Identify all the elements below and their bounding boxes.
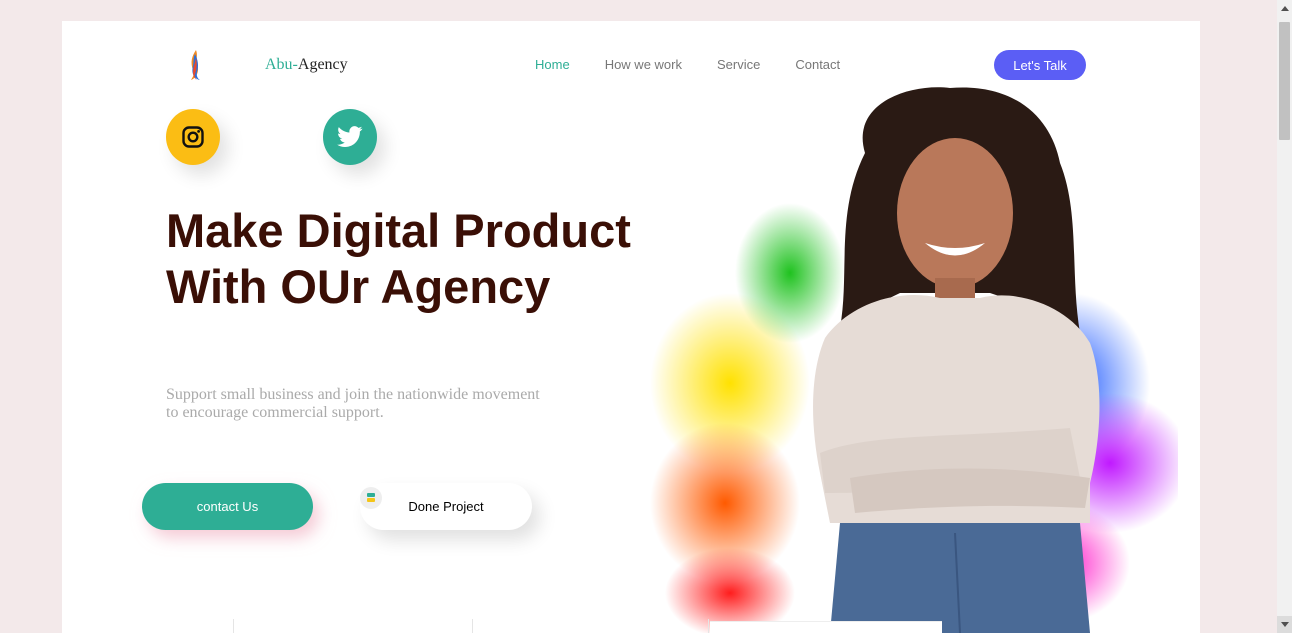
- main-nav: Home How we work Service Contact: [535, 57, 875, 72]
- hero-woman-image: [650, 87, 1178, 633]
- done-project-icon: [360, 487, 382, 509]
- hero-title-line1: Make Digital Product: [166, 204, 631, 257]
- brand-prefix: Abu-: [265, 56, 298, 73]
- nav-service[interactable]: Service: [717, 57, 760, 72]
- page-container: Abu-Agency Home How we work Service Cont…: [62, 21, 1200, 633]
- scroll-thumb[interactable]: [1279, 22, 1290, 140]
- brand-name[interactable]: Abu-Agency: [265, 56, 348, 74]
- arrow-down-icon: [1280, 622, 1289, 627]
- hero-title: Make Digital Product With OUr Agency: [166, 203, 686, 315]
- hero-subtitle-line2: to encourage commercial support.: [166, 404, 384, 421]
- section-divider: [472, 619, 473, 633]
- contact-us-button[interactable]: contact Us: [142, 483, 313, 530]
- instagram-icon: [182, 126, 204, 148]
- nav-how-we-work[interactable]: How we work: [605, 57, 682, 72]
- brand-suffix: Agency: [297, 56, 348, 73]
- bottom-card: [710, 621, 942, 633]
- lets-talk-button[interactable]: Let's Talk: [994, 50, 1086, 80]
- done-project-button[interactable]: Done Project: [360, 483, 532, 530]
- instagram-button[interactable]: [166, 109, 220, 165]
- twitter-icon: [337, 126, 363, 147]
- hero-title-line2: With OUr Agency: [166, 260, 551, 313]
- hero-subtitle: Support small business and join the nati…: [166, 386, 566, 422]
- arrow-up-icon: [1280, 6, 1289, 11]
- scroll-up-button[interactable]: [1277, 0, 1292, 17]
- page-scrollbar[interactable]: [1277, 0, 1292, 633]
- scroll-down-button[interactable]: [1277, 616, 1292, 633]
- twitter-button[interactable]: [323, 109, 377, 165]
- section-divider: [233, 619, 234, 633]
- nav-contact[interactable]: Contact: [795, 57, 840, 72]
- agency-logo[interactable]: [186, 48, 206, 82]
- nav-home[interactable]: Home: [535, 57, 570, 72]
- section-divider: [708, 619, 709, 633]
- hero-subtitle-line1: Support small business and join the nati…: [166, 386, 540, 403]
